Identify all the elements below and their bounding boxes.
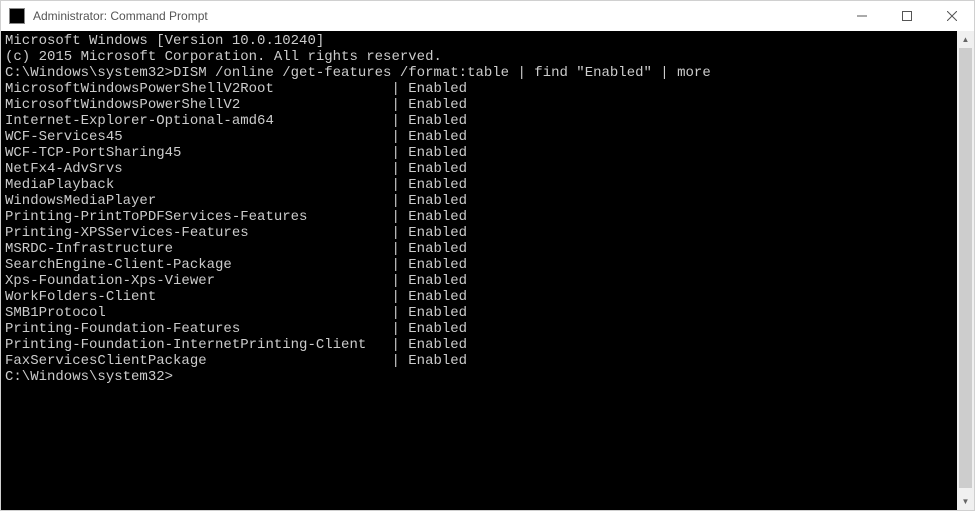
close-icon — [947, 11, 957, 21]
scroll-up-button[interactable]: ▲ — [957, 31, 974, 48]
feature-row: NetFx4-AdvSrvs | Enabled — [5, 161, 953, 177]
copyright-line: (c) 2015 Microsoft Corporation. All righ… — [5, 49, 953, 65]
titlebar[interactable]: Administrator: Command Prompt — [1, 1, 974, 31]
feature-row: WindowsMediaPlayer | Enabled — [5, 193, 953, 209]
feature-row: WCF-Services45 | Enabled — [5, 129, 953, 145]
feature-row: Printing-XPSServices-Features | Enabled — [5, 225, 953, 241]
feature-row: WCF-TCP-PortSharing45 | Enabled — [5, 145, 953, 161]
feature-row: SMB1Protocol | Enabled — [5, 305, 953, 321]
scroll-thumb[interactable] — [959, 48, 972, 488]
maximize-icon — [902, 11, 912, 21]
terminal-area: Microsoft Windows [Version 10.0.10240](c… — [1, 31, 974, 510]
feature-row: MicrosoftWindowsPowerShellV2Root | Enabl… — [5, 81, 953, 97]
command-line: C:\Windows\system32>DISM /online /get-fe… — [5, 65, 953, 81]
terminal-output[interactable]: Microsoft Windows [Version 10.0.10240](c… — [1, 31, 957, 510]
close-button[interactable] — [929, 1, 974, 31]
window-title: Administrator: Command Prompt — [33, 9, 208, 23]
version-line: Microsoft Windows [Version 10.0.10240] — [5, 33, 953, 49]
feature-row: MediaPlayback | Enabled — [5, 177, 953, 193]
feature-row: Internet-Explorer-Optional-amd64 | Enabl… — [5, 113, 953, 129]
minimize-button[interactable] — [839, 1, 884, 31]
prompt-line: C:\Windows\system32> — [5, 369, 953, 385]
scrollbar[interactable]: ▲ ▼ — [957, 31, 974, 510]
feature-row: FaxServicesClientPackage | Enabled — [5, 353, 953, 369]
window-controls — [839, 1, 974, 31]
command-prompt-window: Administrator: Command Prompt Microsoft … — [0, 0, 975, 511]
scroll-down-button[interactable]: ▼ — [957, 493, 974, 510]
maximize-button[interactable] — [884, 1, 929, 31]
feature-row: WorkFolders-Client | Enabled — [5, 289, 953, 305]
feature-row: Printing-PrintToPDFServices-Features | E… — [5, 209, 953, 225]
feature-row: MSRDC-Infrastructure | Enabled — [5, 241, 953, 257]
feature-row: Printing-Foundation-Features | Enabled — [5, 321, 953, 337]
minimize-icon — [857, 11, 867, 21]
feature-row: Printing-Foundation-InternetPrinting-Cli… — [5, 337, 953, 353]
feature-row: MicrosoftWindowsPowerShellV2 | Enabled — [5, 97, 953, 113]
cmd-icon — [9, 8, 25, 24]
feature-row: Xps-Foundation-Xps-Viewer | Enabled — [5, 273, 953, 289]
feature-row: SearchEngine-Client-Package | Enabled — [5, 257, 953, 273]
